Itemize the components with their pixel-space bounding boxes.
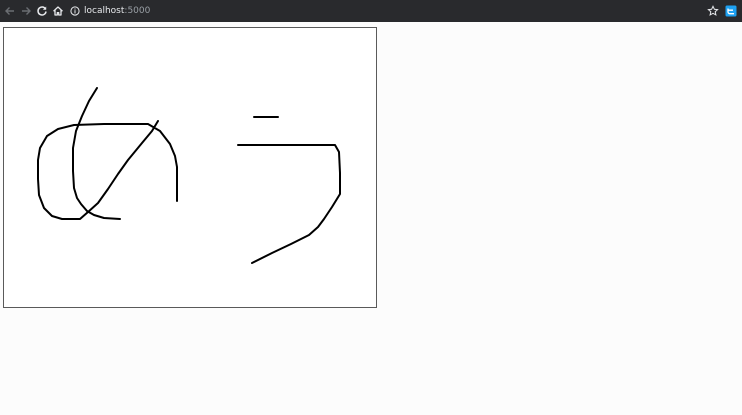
browser-toolbar: localhost:5000 <box>0 0 742 22</box>
extension-button[interactable] <box>723 3 739 19</box>
reload-icon <box>37 6 47 16</box>
home-button[interactable] <box>50 3 66 19</box>
handwritten-strokes <box>37 87 341 264</box>
info-circle-icon[interactable] <box>70 6 80 16</box>
star-icon <box>707 5 719 16</box>
extension-badge-icon <box>725 5 737 17</box>
ink-stroke <box>37 120 178 220</box>
drawing-canvas[interactable] <box>3 27 377 308</box>
ink-stroke <box>72 87 121 220</box>
arrow-right-icon <box>22 7 31 15</box>
back-button[interactable] <box>2 3 18 19</box>
url-host: localhost <box>84 6 125 16</box>
page-content <box>0 22 742 415</box>
ink-stroke <box>237 144 341 264</box>
url-port: :5000 <box>124 6 151 16</box>
reload-button[interactable] <box>34 3 50 19</box>
home-icon <box>53 6 63 16</box>
address-bar[interactable]: localhost:5000 <box>70 3 695 19</box>
forward-button[interactable] <box>18 3 34 19</box>
arrow-left-icon <box>5 7 14 15</box>
bookmark-button[interactable] <box>705 3 721 19</box>
